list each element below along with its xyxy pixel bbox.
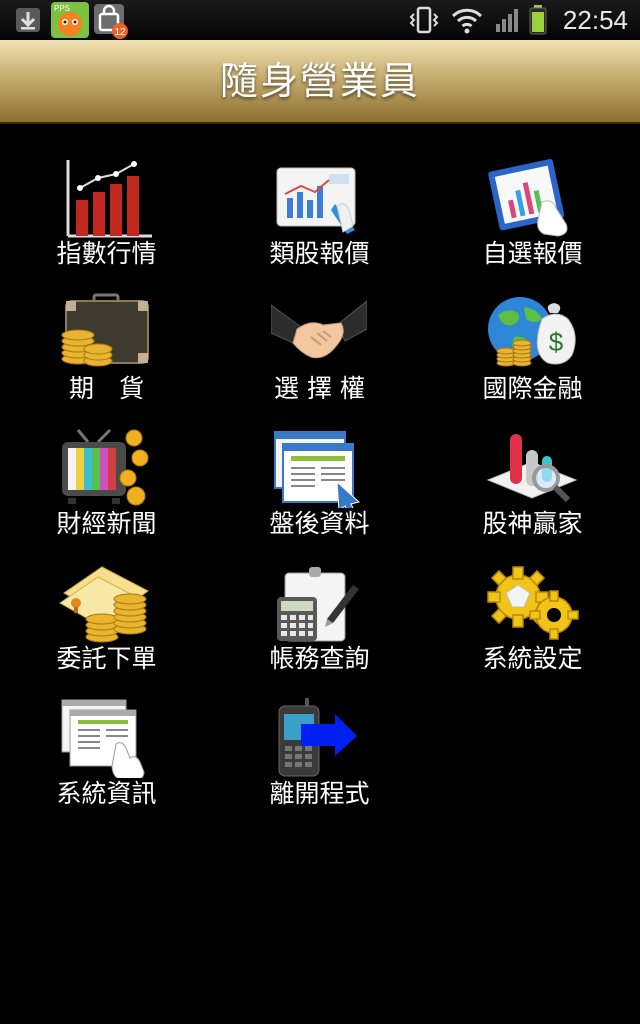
tv-news-icon: [62, 428, 149, 506]
clock: 22:54: [562, 5, 628, 35]
download-icon: [10, 2, 46, 38]
options-handshake-icon: [271, 300, 367, 359]
menu-label: 離開程式: [269, 779, 370, 808]
svg-text:PPS: PPS: [54, 4, 70, 13]
custom-quote-icon: [488, 159, 568, 237]
menu-label: 系統設定: [482, 644, 583, 673]
menu-item-exit-app[interactable]: 離開程式: [213, 698, 426, 828]
vibrate-icon: [408, 6, 440, 38]
menu-label: 系統資訊: [56, 779, 157, 808]
menu-label: 自選報價: [482, 239, 583, 268]
page-title: 隨身營業員: [219, 59, 420, 103]
analysis-magnifier-icon: [486, 434, 578, 503]
menu-item-sector-quotes[interactable]: 類股報價: [213, 158, 426, 288]
pps-app-icon: PPS: [50, 2, 90, 38]
status-bar: PPS 12 22:54: [0, 0, 640, 40]
futures-icon: [61, 293, 149, 367]
wifi-icon: [450, 6, 484, 38]
menu-label: 帳務查詢: [269, 644, 370, 673]
menu-item-account-inquiry[interactable]: 帳務查詢: [213, 563, 426, 693]
globe-finance-icon: $: [488, 297, 576, 367]
account-calculator-icon: [277, 567, 359, 642]
menu-item-place-order[interactable]: 委託下單: [0, 563, 213, 693]
index-chart-icon: [66, 160, 152, 238]
menu-item-after-hours-data[interactable]: 盤後資料: [213, 428, 426, 558]
menu-label: 指數行情: [56, 239, 157, 268]
menu-item-futures[interactable]: 期 貨: [0, 293, 213, 423]
system-info-icon: [61, 699, 145, 778]
menu-item-index-quotes[interactable]: 指數行情: [0, 158, 213, 288]
after-hours-data-icon: [274, 431, 361, 508]
sector-quote-icon: [276, 167, 356, 234]
svg-text:12: 12: [114, 27, 126, 38]
menu-label: 股神贏家: [482, 509, 583, 538]
menu-label: 選 擇 權: [274, 374, 365, 403]
svg-text:$: $: [549, 327, 564, 357]
menu-label: 財經新聞: [56, 509, 157, 538]
gear-icon: [487, 566, 579, 640]
menu-label: 類股報價: [269, 239, 370, 268]
signal-icon: [494, 6, 520, 38]
menu-item-international-finance[interactable]: $ 國際金融: [426, 293, 639, 423]
shopping-bag-icon: 12: [92, 2, 130, 39]
exit-phone-icon: [278, 698, 357, 777]
menu-item-custom-quotes[interactable]: 自選報價: [426, 158, 639, 288]
order-coins-icon: [59, 566, 149, 643]
menu-item-system-settings[interactable]: 系統設定: [426, 563, 639, 693]
menu-item-financial-news[interactable]: 財經新聞: [0, 428, 213, 558]
menu-item-options[interactable]: 選 擇 權: [213, 293, 426, 423]
menu-label: 委託下單: [56, 644, 157, 673]
menu-label: 期 貨: [68, 374, 144, 403]
title-bar: 隨身營業員: [0, 40, 640, 124]
menu-item-stock-winner[interactable]: 股神贏家: [426, 428, 639, 558]
menu-label: 國際金融: [482, 374, 583, 403]
menu-label: 盤後資料: [269, 509, 370, 538]
system-icons: 22:54: [380, 0, 640, 40]
menu-item-system-info[interactable]: 系統資訊: [0, 698, 213, 828]
